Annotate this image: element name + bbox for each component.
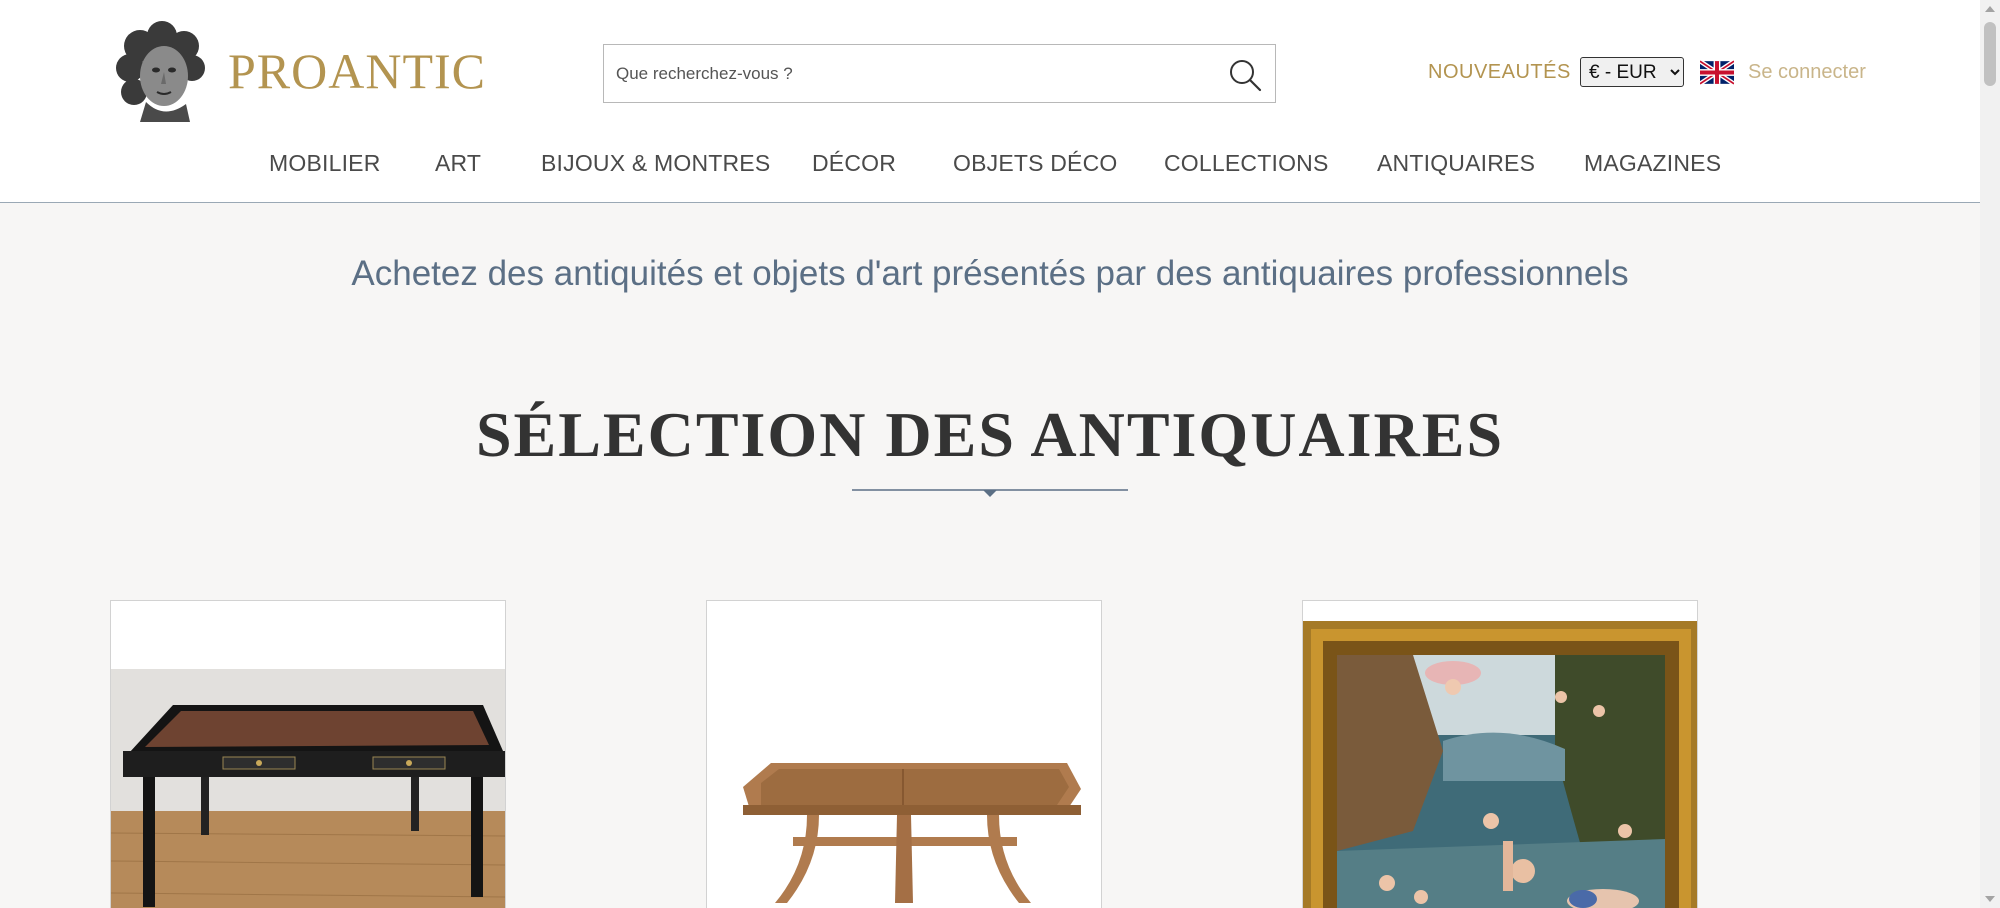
nav-item-antiquaires[interactable]: ANTIQUAIRES xyxy=(1377,150,1535,177)
nav-item-magazines[interactable]: MAGAZINES xyxy=(1584,150,1721,177)
logo-link[interactable]: PROANTIC xyxy=(110,20,486,122)
site-header: PROANTIC NOUVEAUTÉS € - EUR Se connecter… xyxy=(0,0,1980,203)
nav-item-collections[interactable]: COLLECTIONS xyxy=(1164,150,1329,177)
product-card-table[interactable] xyxy=(706,600,1102,908)
uk-flag-icon[interactable] xyxy=(1700,60,1734,85)
section-divider xyxy=(852,489,1128,497)
section-title: SÉLECTION DES ANTIQUAIRES xyxy=(475,399,1505,470)
desk-image xyxy=(111,669,505,908)
nav-item-decor[interactable]: DÉCOR xyxy=(812,150,896,177)
product-card-desk[interactable] xyxy=(110,600,506,908)
search-input[interactable] xyxy=(604,45,1204,102)
scroll-up-arrow-icon[interactable] xyxy=(1985,6,1995,12)
table-image xyxy=(707,601,1101,908)
login-link[interactable]: Se connecter xyxy=(1748,61,1866,84)
search-bar xyxy=(603,44,1276,103)
nav-item-bijoux-montres[interactable]: BIJOUX & MONTRES xyxy=(541,150,770,177)
nav-item-art[interactable]: ART xyxy=(435,150,481,177)
nav-item-objets-deco[interactable]: OBJETS DÉCO xyxy=(953,150,1118,177)
nav-item-mobilier[interactable]: MOBILIER xyxy=(269,150,381,177)
currency-select[interactable]: € - EUR xyxy=(1580,57,1684,87)
page-scrollbar[interactable] xyxy=(1980,0,2000,908)
search-button[interactable] xyxy=(1227,57,1263,93)
product-card-painting[interactable] xyxy=(1302,600,1698,908)
logo-text: PROANTIC xyxy=(228,43,487,99)
search-icon xyxy=(1230,60,1262,92)
tagline: Achetez des antiquités et objets d'art p… xyxy=(351,254,1629,293)
nouveautes-link[interactable]: NOUVEAUTÉS xyxy=(1428,61,1571,84)
scroll-thumb[interactable] xyxy=(1984,22,1996,86)
painting-image xyxy=(1303,621,1697,908)
scroll-down-arrow-icon[interactable] xyxy=(1985,896,1995,902)
logo-bust-icon xyxy=(116,21,205,122)
main-nav: MOBILIER ART BIJOUX & MONTRES DÉCOR OBJE… xyxy=(0,150,1980,180)
